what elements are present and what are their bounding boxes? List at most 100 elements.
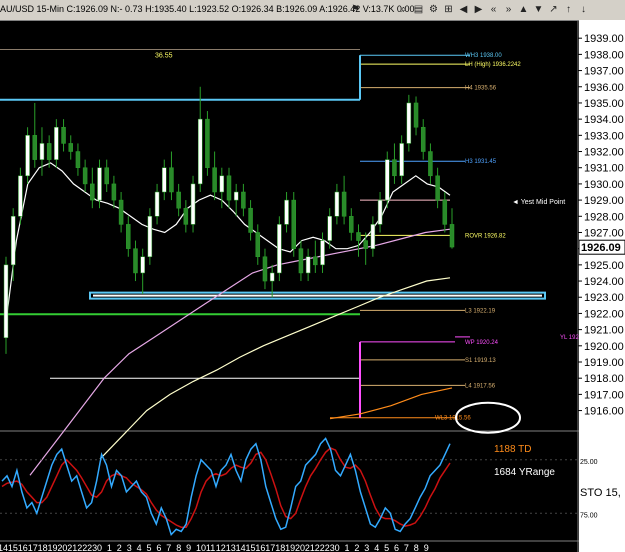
candle-body	[212, 167, 217, 193]
y-tick-label: 1939.00	[584, 33, 624, 45]
candle-body	[147, 216, 153, 258]
x-tick-label: 2	[354, 543, 359, 552]
candle-body	[75, 151, 81, 168]
x-tick-label: 6	[394, 543, 399, 552]
x-tick-label: 8	[176, 543, 181, 552]
x-tick-label: 0	[97, 543, 102, 552]
candle-body	[428, 151, 433, 177]
candle-body	[25, 135, 30, 177]
candle-body	[126, 224, 131, 249]
candle-body	[248, 207, 253, 233]
candle-body	[255, 232, 261, 258]
candle-body	[370, 224, 376, 249]
x-tick-label: 23	[325, 543, 335, 552]
candle-body	[320, 240, 325, 266]
y-tick-label: 1934.00	[584, 114, 624, 126]
candle-body	[104, 167, 109, 185]
candle-body	[406, 102, 412, 144]
candle-body	[82, 167, 88, 185]
x-tick-label: 0	[335, 543, 340, 552]
level-label: L4 1917.56	[465, 383, 496, 389]
x-tick-label: 23	[87, 543, 97, 552]
candle-body	[442, 199, 448, 225]
candle-body	[327, 216, 332, 241]
x-tick-label: 9	[424, 543, 429, 552]
x-tick-label: 4	[374, 543, 379, 552]
candle-body	[176, 191, 181, 209]
candle-body	[10, 216, 16, 266]
y-tick-label: 1932.00	[584, 147, 624, 159]
level-label: ◄ Yest Mid Point	[512, 199, 565, 206]
candle-body	[226, 175, 232, 201]
candle-body	[262, 256, 268, 282]
candle-body	[277, 224, 282, 274]
x-tick-label: 10	[196, 543, 206, 552]
x-tick-label: 18	[275, 543, 285, 552]
candle-body	[61, 126, 66, 144]
candle-body	[3, 264, 9, 338]
candle-body	[18, 175, 23, 217]
y-tick-label: 1920.00	[584, 341, 624, 353]
level-label: H3 1931.45	[465, 159, 497, 165]
y-tick-label: 1922.00	[584, 308, 624, 320]
candle-body	[313, 256, 318, 266]
x-tick-label: 12	[216, 543, 226, 552]
candle-body	[54, 126, 59, 160]
y-tick-label: 1938.00	[584, 49, 624, 61]
x-tick-label: 7	[166, 543, 171, 552]
yrange-label: 1684 YRange	[494, 467, 555, 478]
x-tick-label: 22	[77, 543, 87, 552]
candle-body	[183, 207, 189, 225]
x-tick-label: 17	[265, 543, 275, 552]
candle-body	[205, 118, 210, 168]
x-tick-label: 9	[186, 543, 191, 552]
level-label: L3 1922.19	[465, 308, 496, 314]
candle-body	[399, 143, 404, 177]
candle-body	[449, 224, 455, 248]
candle-body	[284, 199, 289, 225]
x-tick-label: 4	[137, 543, 142, 552]
y-tick-label: 1927.00	[584, 227, 624, 239]
x-tick-label: 20	[57, 543, 67, 552]
y-tick-label: 1919.00	[584, 357, 624, 369]
candle-body	[413, 102, 419, 128]
stochastic-tick-label: 25.00	[580, 459, 598, 466]
level-label: LH (High) 1936.2242	[465, 62, 521, 68]
x-tick-label: 21	[305, 543, 315, 552]
y-tick-label: 1928.00	[584, 211, 624, 223]
y-tick-label: 1924.00	[584, 276, 624, 288]
moving-average-line	[329, 387, 453, 420]
x-tick-label: 15	[246, 543, 256, 552]
stochastic-tick-label: 75.00	[580, 512, 598, 519]
x-tick-label: 18	[38, 543, 48, 552]
candle-body	[219, 175, 225, 193]
y-tick-label: 1935.00	[584, 98, 624, 110]
candle-body	[111, 183, 117, 201]
level-label: WL3 1915.56	[435, 416, 471, 422]
x-tick-label: 16	[255, 543, 265, 552]
y-tick-label: 1916.00	[584, 406, 624, 418]
candle-body	[377, 199, 383, 225]
x-tick-label: 6	[156, 543, 161, 552]
x-tick-label: 17	[28, 543, 38, 552]
candle-body	[118, 199, 124, 225]
candle-body	[341, 191, 347, 217]
moving-average-line	[99, 277, 451, 460]
candle-body	[162, 167, 167, 193]
stochastic-k-line	[1, 437, 451, 537]
x-tick-label: 8	[414, 543, 419, 552]
candle-body	[241, 191, 246, 209]
x-tick-label: 1	[107, 543, 112, 552]
x-tick-label: 11	[206, 543, 215, 552]
y-tick-label: 1925.00	[584, 260, 624, 272]
td-label: 1188 TD	[494, 444, 531, 455]
candle-body	[32, 135, 38, 160]
price-chart[interactable]: WH3 1938.00 LH (High) 1936.2242 H4 1935.56…	[0, 0, 625, 552]
candle-body	[39, 143, 45, 160]
candle-body	[90, 183, 95, 201]
y-tick-label: 1936.00	[584, 82, 624, 94]
x-tick-label: 5	[384, 543, 389, 552]
y-tick-label: 1930.00	[584, 179, 624, 191]
candle-body	[334, 191, 340, 217]
candle-body	[269, 272, 275, 282]
